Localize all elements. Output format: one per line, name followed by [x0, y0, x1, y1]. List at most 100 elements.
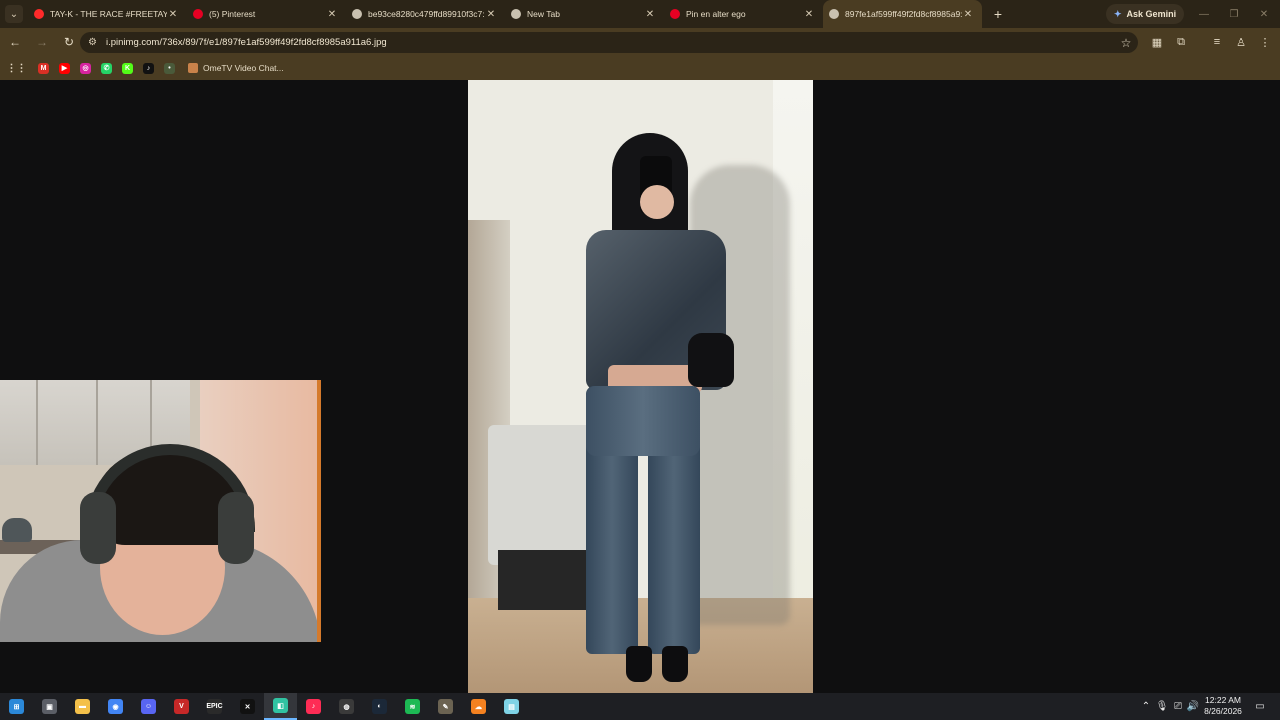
bookmark-ometv[interactable]: OmeTV Video Chat...	[188, 63, 284, 73]
instagram-icon: ◎	[80, 62, 91, 74]
tab-title: New Tab	[527, 9, 560, 19]
bookmarks-bar: ⋮⋮ M ▶ ◎ ✆ K ♪ • OmeTV Video Chat...	[0, 56, 1280, 80]
taskbar-app[interactable]: ☁	[462, 693, 495, 720]
taskbar-app[interactable]: ◉	[99, 693, 132, 720]
webcam-overlay	[0, 380, 321, 642]
qr-code-icon[interactable]: ▦	[1145, 28, 1169, 56]
taskbar-app[interactable]: ▤	[495, 693, 528, 720]
pinterest-icon	[670, 9, 680, 19]
ask-gemini-button[interactable]: ✦ Ask Gemini	[1106, 4, 1185, 24]
bookmark-item[interactable]: M	[33, 58, 54, 79]
gimp-icon: ✎	[438, 699, 453, 714]
bookmark-item[interactable]: ▶	[54, 58, 75, 79]
browser-tab[interactable]: (5) Pinterest ✕	[187, 0, 346, 28]
notifications-icon[interactable]: ▭	[1250, 693, 1270, 720]
taskbar-app[interactable]: ▬	[66, 693, 99, 720]
close-tab-icon[interactable]: ✕	[644, 9, 656, 20]
steam-icon: ◐	[372, 699, 387, 714]
chevron-down-icon: ⌄	[5, 5, 23, 23]
chrome-icon: ◉	[108, 699, 123, 714]
bookmark-star-icon[interactable]: ☆	[1114, 36, 1138, 50]
tab-strip: ⌄ TAY-K - THE RACE #FREETAYK - ✕ (5) Pinte…	[0, 0, 1280, 28]
bookmark-item[interactable]: ♪	[138, 58, 159, 79]
capcut-icon: ✕	[240, 699, 255, 714]
bookmark-ometv-label: OmeTV Video Chat...	[203, 63, 284, 73]
close-tab-icon[interactable]: ✕	[485, 9, 497, 20]
tray-overflow-icon[interactable]: ⌃	[1138, 693, 1154, 720]
bookmark-item[interactable]: ✆	[96, 58, 117, 79]
globe-icon: •	[164, 62, 175, 74]
tab-search-button[interactable]: ⌄	[0, 0, 28, 28]
bookmark-icons: M ▶ ◎ ✆ K ♪ •	[33, 58, 180, 79]
pinterest-icon	[193, 9, 203, 19]
youtube-icon: ▶	[59, 62, 70, 74]
taskbar-app[interactable]: ≋	[396, 693, 429, 720]
close-tab-icon[interactable]: ✕	[803, 9, 815, 20]
notes-icon: ▤	[504, 699, 519, 714]
taskbar-app[interactable]: ✕	[231, 693, 264, 720]
url-text[interactable]: i.pinimg.com/736x/89/7f/e1/897fe1af599ff…	[106, 37, 1114, 48]
minimize-icon[interactable]: —	[1188, 0, 1220, 28]
browser-tab[interactable]: New Tab ✕	[505, 0, 664, 28]
taskbar-app[interactable]: ▣	[33, 693, 66, 720]
browser-tab[interactable]: Pin en alter ego ✕	[664, 0, 823, 28]
task-view-icon: ▣	[42, 699, 57, 714]
browser-tab[interactable]: be93ce8280c479ffd89910f3c7: ✕	[346, 0, 505, 28]
discord-icon: ☺	[141, 699, 156, 714]
close-tab-icon[interactable]: ✕	[326, 9, 338, 20]
close-tab-icon[interactable]: ✕	[962, 9, 974, 20]
globe-icon	[829, 9, 839, 19]
obs-icon: ◍	[339, 699, 354, 714]
taskbar-app[interactable]: ♪	[297, 693, 330, 720]
taskbar-app[interactable]: ◐	[363, 693, 396, 720]
back-icon[interactable]: ←	[3, 30, 27, 54]
taskbar-app[interactable]: V	[165, 693, 198, 720]
clock-time: 12:22 AM	[1205, 695, 1241, 705]
extensions-icon[interactable]: ⧉	[1169, 28, 1193, 56]
taskbar-app[interactable]: EPIC	[198, 693, 231, 720]
spotify-icon: ≋	[405, 699, 420, 714]
microphone-icon[interactable]: 🎙	[1154, 693, 1170, 720]
address-bar[interactable]: ⚙ i.pinimg.com/736x/89/7f/e1/897fe1af599…	[80, 32, 1138, 53]
tab-list: TAY-K - THE RACE #FREETAYK - ✕ (5) Pintere…	[28, 0, 982, 28]
mirror-selfie-figure	[468, 80, 813, 693]
forward-icon[interactable]: →	[30, 30, 54, 54]
taskbar-app[interactable]: ☺	[132, 693, 165, 720]
bookmark-item[interactable]: •	[159, 58, 180, 79]
reload-icon[interactable]: ↻	[57, 30, 81, 54]
close-window-icon[interactable]: ✕	[1248, 0, 1280, 28]
taskbar-app[interactable]: ◧	[264, 693, 297, 720]
tab-title: (5) Pinterest	[209, 9, 256, 19]
apps-grid-icon[interactable]: ⋮⋮	[6, 58, 27, 79]
taskbar-app[interactable]: ⊞	[0, 693, 33, 720]
browser-tab[interactable]: TAY-K - THE RACE #FREETAYK - ✕	[28, 0, 187, 28]
ask-gemini-label: Ask Gemini	[1126, 9, 1177, 19]
bookmark-item[interactable]: ◎	[75, 58, 96, 79]
whatsapp-icon: ✆	[101, 62, 112, 74]
bookmark-item[interactable]: K	[117, 58, 138, 79]
reading-list-icon[interactable]: ≡	[1205, 28, 1229, 56]
close-tab-icon[interactable]: ✕	[167, 9, 179, 20]
site-info-icon[interactable]: ⚙	[88, 37, 106, 48]
taskbar: ⊞ ▣ ▬ ◉ ☺ V EPIC ✕ ◧ ♪ ◍ ◐ ≋ ✎ ☁ ▤	[0, 693, 1280, 720]
menu-icon[interactable]: ⋮	[1253, 28, 1277, 56]
kick-icon: K	[122, 62, 133, 74]
displayed-photo[interactable]	[468, 80, 813, 693]
epic-games-icon: EPIC	[206, 699, 223, 714]
clock-date: 8/26/2026	[1204, 706, 1242, 716]
start-icon: ⊞	[9, 699, 24, 714]
system-clock[interactable]: 12:22 AM 8/26/2026	[1196, 695, 1250, 717]
network-icon[interactable]: ⎚	[1170, 693, 1186, 720]
new-tab-button[interactable]: +	[986, 6, 1010, 22]
taskbar-app[interactable]: ◍	[330, 693, 363, 720]
restore-icon[interactable]: ❐	[1218, 0, 1250, 28]
gmail-icon: M	[38, 62, 49, 74]
profile-icon[interactable]: ♙	[1229, 28, 1253, 56]
tiktok-icon: ♪	[143, 62, 154, 74]
tab-title: Pin en alter ego	[686, 9, 746, 19]
chrome-icon	[511, 9, 521, 19]
browser-tab[interactable]: 897fe1af599ff49f2fd8cf8985a9: ✕	[823, 0, 982, 28]
voicemod-icon: V	[174, 699, 189, 714]
taskbar-app[interactable]: ✎	[429, 693, 462, 720]
tab-title: be93ce8280c479ffd89910f3c7:	[368, 9, 485, 19]
